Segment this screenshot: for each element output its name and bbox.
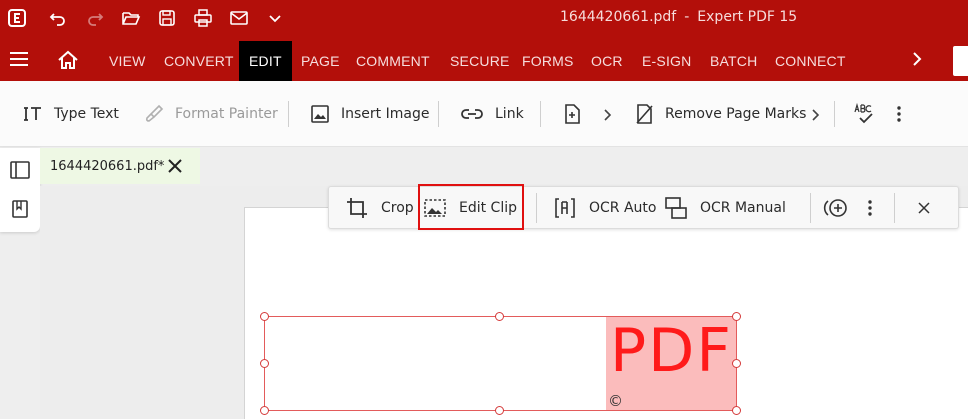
tab-comment[interactable]: COMMENT [356,41,430,81]
chevron-right-icon[interactable] [810,107,822,121]
window-file-name: 1644420661.pdf [560,9,677,25]
menu-edge-panel [953,46,968,76]
format-painter-label: Format Painter [175,106,278,122]
window-title-separator: - [684,9,690,25]
image-icon [311,105,329,123]
more-options-icon[interactable] [891,101,907,127]
close-tab-icon[interactable] [166,157,184,175]
ribbon-divider [540,101,541,127]
crop-icon [347,198,367,218]
toolbar-divider [894,193,895,223]
undo-icon[interactable] [45,5,71,31]
tab-e-sign[interactable]: E-SIGN [642,41,691,81]
add-image-button[interactable] [823,195,849,221]
toolbar-divider [536,193,537,223]
resize-handle-right[interactable] [732,359,741,368]
crop-label: Crop [381,200,414,216]
ocr-auto-label: OCR Auto [589,200,657,216]
spell-check-button[interactable] [853,101,877,127]
edit-clip-button[interactable]: Edit Clip [423,195,517,221]
resize-handle-top-left[interactable] [260,312,269,321]
close-icon [918,202,930,214]
type-text-label: Type Text [54,106,119,122]
ribbon-divider [438,101,439,127]
spell-check-icon [854,102,873,124]
resize-handle-top-right[interactable] [732,312,741,321]
link-label: Link [495,106,524,122]
ocr-auto-icon [555,198,575,218]
remove-page-marks-label: Remove Page Marks [665,106,807,122]
ribbon-divider [288,101,289,127]
ribbon-divider [834,101,835,127]
ocr-manual-icon [665,197,687,219]
home-icon[interactable] [56,48,80,72]
close-toolbar-button[interactable] [914,195,934,221]
image-edit-toolbar: Crop Edit Clip OCR Auto OCR Manual [328,186,959,229]
resize-handle-bottom-right[interactable] [732,406,741,415]
more-vertical-icon [897,106,901,122]
tab-page[interactable]: PAGE [301,41,340,81]
window-app-name: Expert PDF 15 [697,9,798,25]
title-bar: 1644420661.pdf - Expert PDF 15 [0,0,968,36]
tab-edit[interactable]: EDIT [239,41,292,81]
resize-handle-bottom[interactable] [495,406,504,415]
ribbon-toolbar: Type Text Format Painter Insert Image Li… [0,81,968,147]
tab-secure[interactable]: SECURE [450,41,510,81]
edit-clip-icon [424,199,446,217]
left-sidebar [0,148,40,232]
panel-toggle-icon[interactable] [9,159,31,181]
format-painter-button[interactable]: Format Painter [143,101,278,127]
hamburger-menu-icon[interactable] [8,48,30,70]
menu-bar: VIEW CONVERT EDIT PAGE COMMENT SECURE FO… [0,36,968,81]
redo-icon[interactable] [82,5,108,31]
remove-page-marks-button[interactable]: Remove Page Marks [633,101,806,127]
add-circle-icon [823,199,847,217]
ocr-manual-label: OCR Manual [700,200,786,216]
open-folder-icon[interactable] [118,5,144,31]
insert-image-button[interactable]: Insert Image [309,101,429,127]
tab-view[interactable]: VIEW [109,41,146,81]
tab-convert[interactable]: CONVERT [164,41,234,81]
image-selection-box[interactable] [264,316,737,411]
paintbrush-icon [145,104,164,122]
ocr-auto-button[interactable]: OCR Auto [553,195,656,221]
tab-batch[interactable]: BATCH [710,41,757,81]
insert-image-label: Insert Image [341,106,430,122]
tab-forms[interactable]: FORMS [522,41,574,81]
link-button[interactable]: Link [459,101,524,127]
link-icon [461,109,483,119]
crop-button[interactable]: Crop [345,195,414,221]
document-tab-label: 1644420661.pdf* [50,158,165,174]
chevron-right-icon[interactable] [602,107,614,121]
type-text-button[interactable]: Type Text [22,101,119,127]
edit-clip-label: Edit Clip [459,200,518,216]
resize-handle-top[interactable] [495,312,504,321]
toolbar-divider [810,193,811,223]
document-tab[interactable]: 1644420661.pdf* [40,148,200,184]
save-icon[interactable] [154,5,180,31]
email-icon[interactable] [226,5,252,31]
ocr-manual-button[interactable]: OCR Manual [664,195,786,221]
chevron-down-icon[interactable] [262,5,288,31]
app-logo-icon [4,5,30,31]
window-title: 1644420661.pdf - Expert PDF 15 [560,0,860,36]
toolbar-more-button[interactable] [862,195,878,221]
type-text-icon [24,107,41,121]
bookmark-icon[interactable] [9,198,31,220]
resize-handle-bottom-left[interactable] [260,406,269,415]
tab-connect[interactable]: CONNECT [775,41,846,81]
add-page-icon [565,104,580,124]
add-page-button[interactable] [561,101,583,127]
resize-handle-left[interactable] [260,359,269,368]
tab-ocr[interactable]: OCR [591,41,623,81]
print-icon[interactable] [190,5,216,31]
chevron-right-icon[interactable] [908,50,926,68]
remove-marks-icon [636,104,653,124]
more-vertical-icon [868,200,872,216]
